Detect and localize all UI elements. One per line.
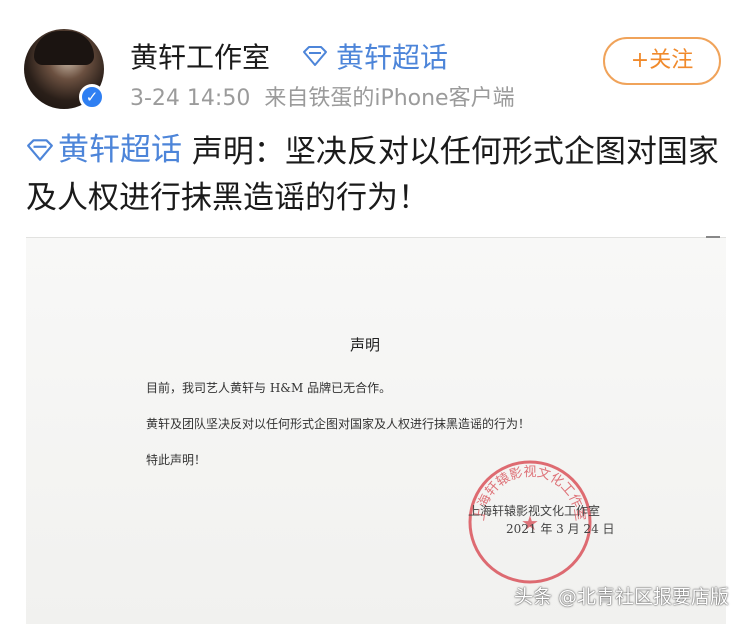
post-source: 来自铁蛋的iPhone客户端 [264, 86, 515, 111]
post-header: ✓ 黄轩工作室 黄轩超话 3-24 14:50 来自铁蛋的iPhone客户端 +关… [0, 0, 750, 120]
username[interactable]: 黄轩工作室 [130, 36, 270, 76]
document-line-3: 特此声明！ [146, 453, 207, 467]
image-corner-mark [706, 236, 720, 238]
document-title: 声明 [350, 336, 381, 354]
document-line-1: 目前，我司艺人黄轩与 H&M 品牌已无合作。 [146, 381, 392, 395]
post-body: 黄轩超话 声明：坚决反对以任何形式企图对国家及人权进行抹黑造谣的行为！ [26, 127, 726, 221]
diamond-icon [27, 139, 53, 161]
document-date: 2021 年 3 月 24 日 [506, 522, 615, 536]
verified-check-icon: ✓ [79, 84, 105, 110]
supertopic-label: 黄轩超话 [336, 41, 449, 74]
avatar-hair [34, 31, 94, 65]
statement-image[interactable]: 声明 目前，我司艺人黄轩与 H&M 品牌已无合作。 黄轩及团队坚决反对以任何形式… [26, 236, 726, 624]
post-time: 3-24 14:50 [130, 86, 251, 111]
document-line-2: 黄轩及团队坚决反对以任何形式企图对国家及人权进行抹黑造谣的行为！ [146, 417, 531, 431]
post-meta: 3-24 14:50 来自铁蛋的iPhone客户端 [130, 80, 515, 112]
supertopic-link[interactable]: 黄轩超话 [302, 36, 448, 76]
post-supertopic-label: 黄轩超话 [58, 132, 182, 168]
follow-button[interactable]: +关注 [603, 37, 721, 85]
post-supertopic-link[interactable]: 黄轩超话 [26, 127, 182, 173]
watermark: 头条 @北青社区报要店版 [514, 586, 730, 608]
document-org: 上海轩辕影视文化工作室 [468, 504, 601, 518]
diamond-icon [303, 46, 327, 66]
